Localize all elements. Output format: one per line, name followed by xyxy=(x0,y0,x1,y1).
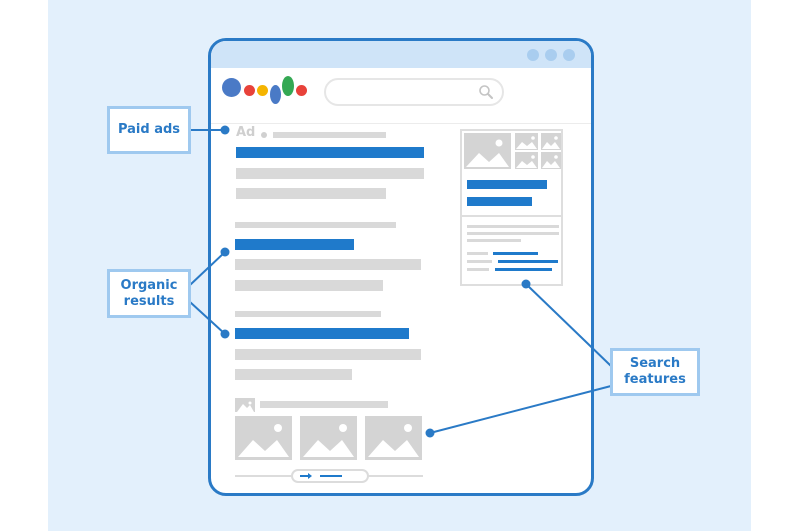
knowledge-panel-text-line xyxy=(467,225,559,228)
logo-dot xyxy=(244,85,255,96)
search-icon[interactable] xyxy=(478,84,494,100)
callout-organic-results: Organic results xyxy=(107,269,191,318)
ad-title-link[interactable] xyxy=(236,147,424,158)
callout-label-line: results xyxy=(123,293,175,309)
ad-snippet-line xyxy=(236,168,424,179)
image-pack-icon xyxy=(235,398,255,412)
callout-paid-ads: Paid ads xyxy=(107,106,191,154)
callout-label-line: features xyxy=(624,372,686,387)
organic-url-placeholder xyxy=(235,222,396,228)
callout-label: Paid ads xyxy=(117,122,181,137)
window-dot-icon[interactable] xyxy=(545,49,557,61)
knowledge-panel-thumb[interactable] xyxy=(541,133,561,150)
callout-search-features: Search features xyxy=(610,348,700,396)
ad-separator-dot xyxy=(261,132,267,138)
knowledge-panel-thumb[interactable] xyxy=(515,152,538,169)
search-input[interactable] xyxy=(324,78,504,106)
knowledge-panel-text-line xyxy=(467,232,559,235)
organic-snippet-line xyxy=(235,259,421,270)
window-dot-icon[interactable] xyxy=(527,49,539,61)
knowledge-panel-fact-label xyxy=(467,260,492,263)
carousel-scroller[interactable] xyxy=(291,469,369,483)
knowledge-panel-fact-link[interactable] xyxy=(495,268,552,271)
callout-label-line: Search xyxy=(629,356,681,371)
organic-snippet-line xyxy=(235,349,421,360)
knowledge-panel-thumb[interactable] xyxy=(541,152,561,169)
knowledge-panel-fact-link[interactable] xyxy=(498,260,558,263)
logo-dot xyxy=(282,76,294,96)
logo-dot xyxy=(296,85,307,96)
arrow-right-icon[interactable] xyxy=(299,472,313,480)
ad-url-placeholder xyxy=(273,132,386,138)
knowledge-panel-thumb[interactable] xyxy=(515,133,538,150)
image-thumbnail[interactable] xyxy=(365,416,422,460)
window-dot-icon[interactable] xyxy=(563,49,575,61)
image-pack-title-placeholder xyxy=(260,401,388,408)
knowledge-panel-text-line xyxy=(467,239,521,242)
organic-title-link[interactable] xyxy=(235,239,354,250)
callout-label-line: Organic xyxy=(120,277,178,293)
knowledge-panel-divider xyxy=(462,215,561,217)
image-thumbnail[interactable] xyxy=(300,416,357,460)
carousel-position-indicator xyxy=(320,475,342,477)
knowledge-panel-fact-label xyxy=(467,268,489,271)
logo-dot xyxy=(257,85,268,96)
browser-window: Ad xyxy=(208,38,594,496)
organic-title-link[interactable] xyxy=(235,328,409,339)
ad-snippet-line xyxy=(236,188,386,199)
knowledge-panel-subtitle-link[interactable] xyxy=(467,197,532,206)
knowledge-panel-title-link[interactable] xyxy=(467,180,547,189)
organic-snippet-line xyxy=(235,369,352,380)
knowledge-panel-fact-link[interactable] xyxy=(493,252,538,255)
logo-dot xyxy=(270,85,281,104)
ad-label: Ad xyxy=(236,125,256,140)
knowledge-panel-main-image[interactable] xyxy=(464,133,511,169)
knowledge-panel-fact-label xyxy=(467,252,488,255)
organic-url-placeholder xyxy=(235,311,381,317)
header-divider xyxy=(211,123,591,124)
title-bar xyxy=(211,41,591,68)
image-thumbnail[interactable] xyxy=(235,416,292,460)
organic-snippet-line xyxy=(235,280,383,291)
logo-dot xyxy=(222,78,241,97)
knowledge-panel xyxy=(460,129,563,286)
